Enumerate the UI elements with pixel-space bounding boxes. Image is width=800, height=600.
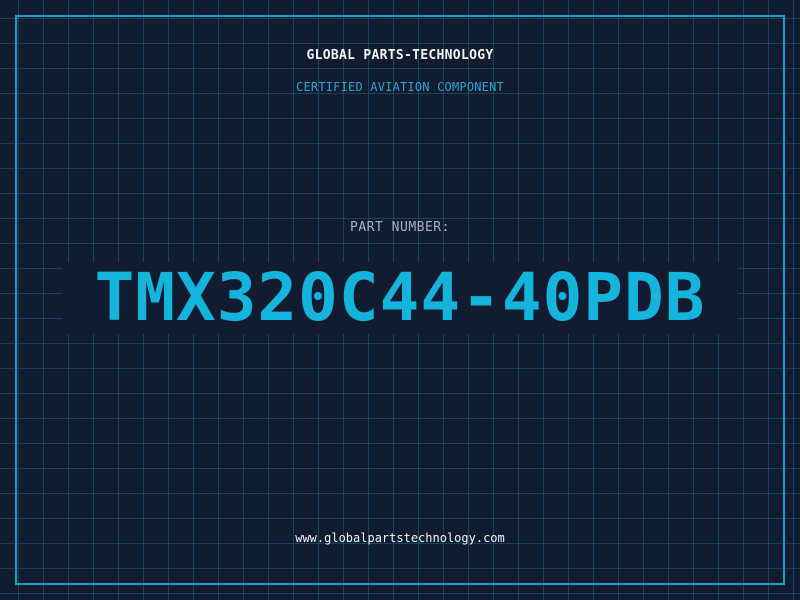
company-name: GLOBAL PARTS-TECHNOLOGY (306, 48, 494, 63)
certification-tagline: CERTIFIED AVIATION COMPONENT (296, 80, 504, 94)
part-number-label: PART NUMBER: (350, 220, 450, 235)
part-number-value: TMX320C44-40PDB (94, 259, 706, 336)
website-link[interactable]: www.globalpartstechnology.com (0, 531, 800, 545)
